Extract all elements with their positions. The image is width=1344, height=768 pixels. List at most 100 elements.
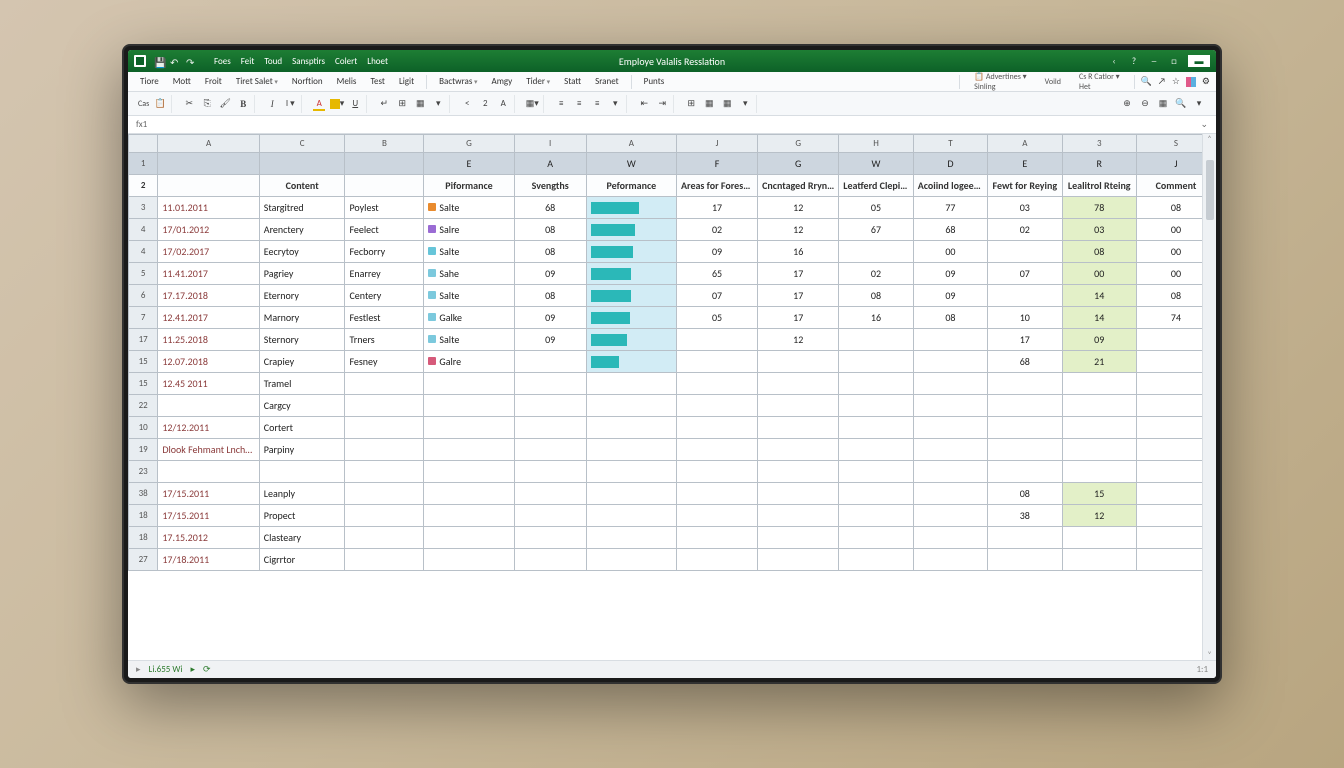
cell[interactable]: 07 [676,285,757,307]
cell[interactable]: 00 [1062,263,1136,285]
cell[interactable]: Sternory [259,329,345,351]
cell[interactable]: 77 [913,197,987,219]
cell[interactable]: 09 [676,241,757,263]
cell[interactable]: 08 [839,285,913,307]
filter-icon[interactable]: ▦ [702,97,716,111]
cell[interactable] [424,439,514,461]
cell[interactable] [913,439,987,461]
cell[interactable]: 16 [758,241,839,263]
row-header[interactable]: 10 [129,417,158,439]
cell[interactable]: 17/15.2011 [158,505,259,527]
cell[interactable]: 17 [676,197,757,219]
cell[interactable] [514,395,586,417]
font-size-dropdown[interactable]: I ▾ [283,97,297,111]
increase-icon[interactable]: 2 [478,97,492,111]
cell[interactable]: Crapiey [259,351,345,373]
column-title-cell[interactable]: Cncntaged Rrynting [758,175,839,197]
spreadsheet-grid[interactable]: ACBGIAJGHTA3S 1EAWFGWDERJ2ContentPiforma… [128,134,1216,660]
fill-color-button[interactable]: ▾ [330,97,344,111]
cell[interactable] [345,153,424,175]
column-header[interactable]: J [676,135,757,153]
cell[interactable]: 02 [988,219,1062,241]
cell[interactable]: 17 [758,263,839,285]
cell[interactable] [676,351,757,373]
cell[interactable] [345,417,424,439]
cell[interactable] [758,417,839,439]
row-header[interactable]: 18 [129,527,158,549]
cell[interactable]: 08 [913,307,987,329]
cell[interactable] [839,483,913,505]
cell[interactable]: 17.15.2012 [158,527,259,549]
cell[interactable] [586,285,676,307]
cell[interactable] [758,439,839,461]
cell[interactable]: E [988,153,1062,175]
row-header[interactable]: 2 [129,175,158,197]
cell[interactable] [345,439,424,461]
row-header[interactable]: 18 [129,505,158,527]
cell[interactable]: 12.07.2018 [158,351,259,373]
cell[interactable]: 14 [1062,285,1136,307]
sheet-tab-icon[interactable]: ▸ [136,664,141,675]
cell[interactable]: W [586,153,676,175]
column-header[interactable]: 3 [1062,135,1136,153]
cell[interactable]: 78 [1062,197,1136,219]
cell[interactable]: 09 [913,285,987,307]
gear-icon[interactable]: ⚙ [1202,76,1210,87]
cell[interactable]: 14 [1062,307,1136,329]
cell[interactable] [424,373,514,395]
cell[interactable] [1062,527,1136,549]
cell[interactable]: 17/15.2011 [158,483,259,505]
cell[interactable] [676,395,757,417]
format-icon[interactable]: ▦ [1156,97,1170,111]
cell[interactable] [586,219,676,241]
cell[interactable] [676,329,757,351]
cell[interactable]: 00 [913,241,987,263]
cell[interactable]: Tramel [259,373,345,395]
column-title-cell[interactable] [345,175,424,197]
cell[interactable] [988,439,1062,461]
status-refresh-icon[interactable]: ⟳ [203,664,211,675]
cell[interactable]: 12 [758,197,839,219]
cell[interactable]: 12 [758,219,839,241]
save-icon[interactable]: 💾 [154,56,164,66]
align-left-icon[interactable]: ≡ [554,97,568,111]
formula-expand-icon[interactable]: ⌄ [1200,119,1208,130]
chevron-down-icon[interactable]: ▾ [738,97,752,111]
cell[interactable] [586,549,676,571]
cell[interactable]: 08 [514,241,586,263]
maximize-icon[interactable]: □ [1168,55,1180,67]
cell[interactable]: E [424,153,514,175]
cell[interactable]: 05 [839,197,913,219]
cell[interactable]: 17/18.2011 [158,549,259,571]
wrap-text-icon[interactable]: ↵ [377,97,391,111]
cell[interactable] [345,395,424,417]
cell[interactable]: 12.45 2011 [158,373,259,395]
align-right-icon[interactable]: ≡ [590,97,604,111]
cell[interactable]: 67 [839,219,913,241]
undo-icon[interactable]: ↶ [170,56,180,66]
cell[interactable] [1062,439,1136,461]
cell[interactable] [839,373,913,395]
cell[interactable] [676,527,757,549]
cell[interactable]: 10 [988,307,1062,329]
ribbon-help-icon[interactable]: ? [1128,55,1140,67]
cell[interactable] [345,483,424,505]
column-title-cell[interactable]: Svengths [514,175,586,197]
sort-icon[interactable]: ⊞ [684,97,698,111]
cell[interactable] [424,461,514,483]
cell[interactable] [913,461,987,483]
cell[interactable] [345,461,424,483]
palette-icon[interactable] [1186,77,1196,87]
scrollbar-thumb[interactable] [1206,160,1214,220]
cell[interactable]: 08 [1062,241,1136,263]
cell[interactable]: Enarrey [345,263,424,285]
cell[interactable] [839,241,913,263]
cell[interactable] [913,417,987,439]
search-icon[interactable]: 🔍 [1141,76,1152,87]
merge-icon[interactable]: ⊞ [395,97,409,111]
column-header[interactable]: B [345,135,424,153]
cell[interactable] [586,527,676,549]
cell[interactable] [988,285,1062,307]
cell[interactable] [514,549,586,571]
cell[interactable] [424,505,514,527]
